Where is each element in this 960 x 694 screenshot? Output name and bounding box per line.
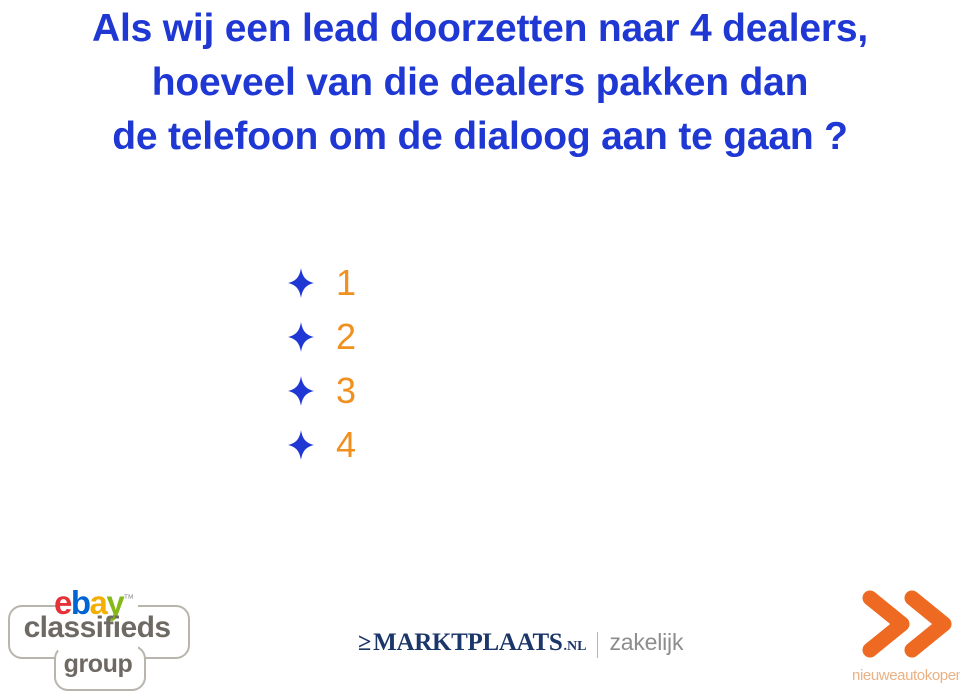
ebay-classifieds-group-logo: ebay™ classifieds group bbox=[6, 583, 196, 691]
four-point-star-bullet-icon bbox=[288, 430, 314, 460]
list-item-label: 2 bbox=[336, 316, 357, 357]
list-item-label: 1 bbox=[336, 262, 357, 303]
group-wordmark: group bbox=[63, 650, 133, 678]
title-line-1: Als wij een lead doorzetten naar 4 deale… bbox=[91, 7, 868, 50]
list-item-label: 4 bbox=[336, 424, 357, 465]
marktplaats-subtitle: zakelijk bbox=[609, 629, 684, 655]
four-point-star-bullet-icon bbox=[288, 322, 314, 352]
footer-logo-bar: ebay™ classifieds group ≥ MARKTPLAATS .N… bbox=[0, 575, 960, 694]
marktplaats-zakelijk-logo: ≥ MARKTPLAATS .NL zakelijk bbox=[358, 630, 683, 660]
logo-divider bbox=[597, 632, 599, 658]
four-point-star-bullet-icon bbox=[288, 268, 314, 298]
marktplaats-wordmark: MARKTPLAATS bbox=[373, 629, 563, 656]
title-line-3: de telefoon om de dialoog aan te gaan ? bbox=[112, 115, 848, 158]
trademark-symbol: ™ bbox=[123, 593, 135, 605]
slide-title: Als wij een lead doorzetten naar 4 deale… bbox=[0, 0, 960, 164]
double-chevron-right-icon bbox=[860, 588, 956, 665]
bullet-list: 1 2 3 4 bbox=[288, 256, 548, 472]
list-item: 4 bbox=[288, 418, 548, 472]
marktplaats-tld: .NL bbox=[563, 639, 587, 654]
nieuweautokopen-caption: nieuweautokopen.nl bbox=[852, 667, 960, 684]
list-item-label: 3 bbox=[336, 370, 357, 411]
title-line-2: hoeveel van die dealers pakken dan bbox=[151, 61, 809, 104]
classifieds-wordmark: classifieds bbox=[23, 611, 171, 644]
four-point-star-bullet-icon bbox=[288, 376, 314, 406]
marktplaats-arrow-icon: ≥ bbox=[358, 630, 372, 656]
list-item: 1 bbox=[288, 256, 548, 310]
nieuweautokopen-logo: nieuweautokopen.nl bbox=[852, 588, 960, 688]
list-item: 3 bbox=[288, 364, 548, 418]
list-item: 2 bbox=[288, 310, 548, 364]
